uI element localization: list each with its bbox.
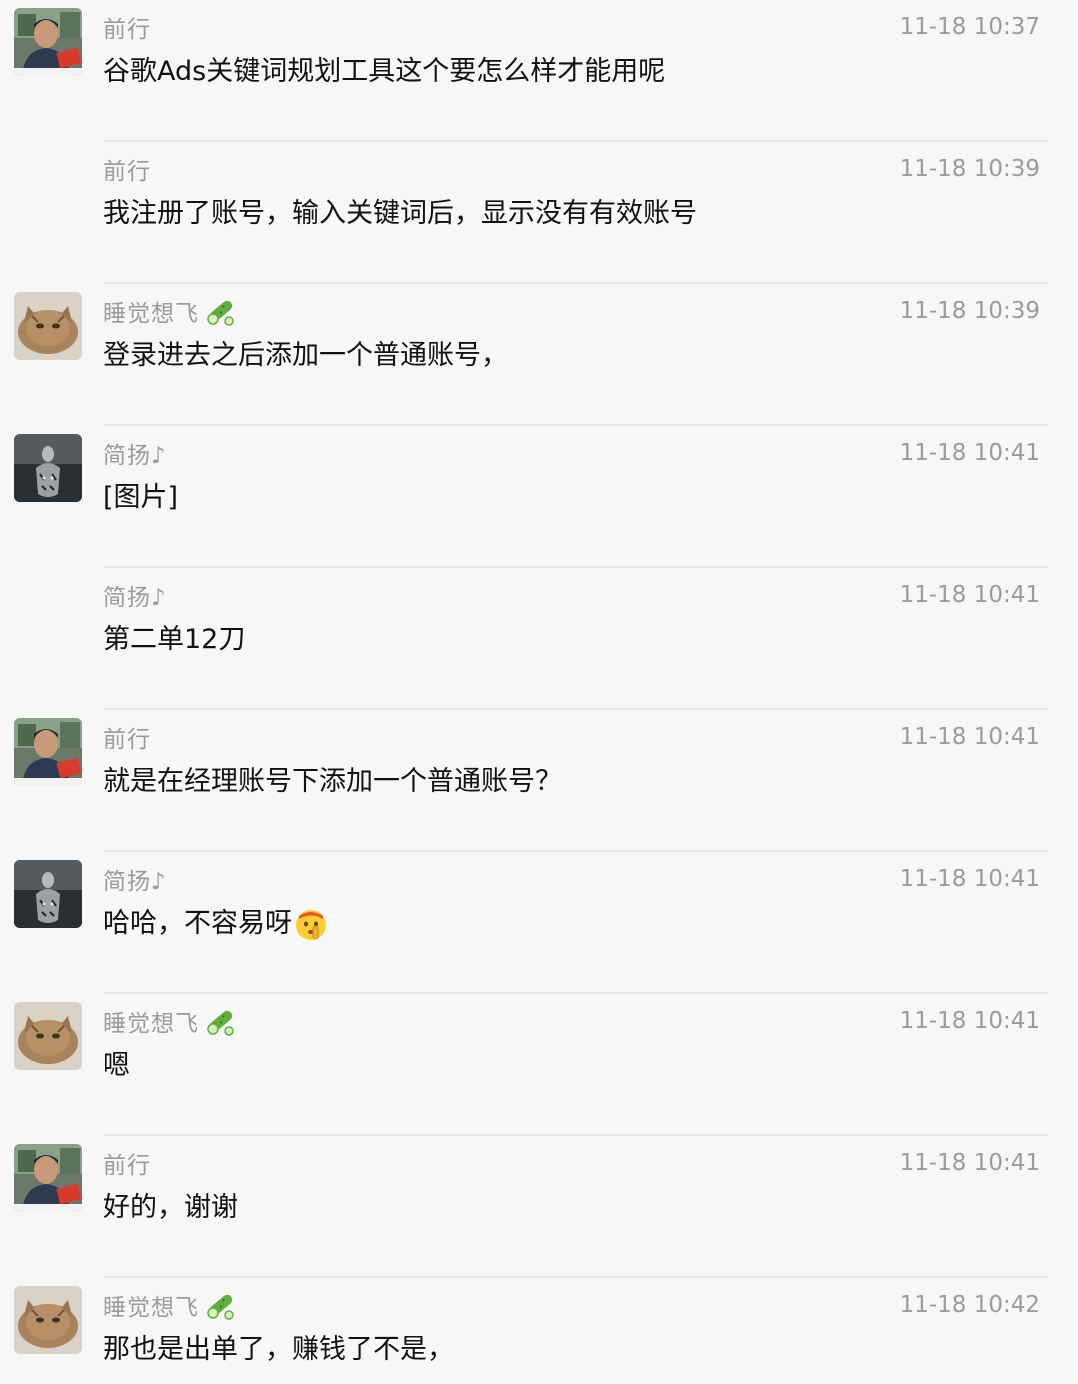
message-item[interactable]: 睡觉想飞 11-18 10:42 那也是出单了，赚钱了不是， [0, 1278, 1078, 1384]
sender-name[interactable]: 睡觉想飞 [103, 1004, 199, 1038]
message-item[interactable]: 前行 11-18 10:37 谷歌Ads关键词规划工具这个要怎么样才能用呢 [0, 0, 1078, 142]
sender-name[interactable]: 前行 [103, 152, 151, 186]
message-text: 我注册了账号，输入关键词后，显示没有有效账号 [103, 198, 697, 229]
message-time: 11-18 10:41 [899, 1150, 1040, 1176]
message-text: 哈哈，不容易呀 [103, 902, 329, 946]
chat-history[interactable]: 前行 11-18 10:37 谷歌Ads关键词规划工具这个要怎么样才能用呢 前行… [0, 0, 1078, 1384]
sender-name[interactable]: 简扬♪ [103, 578, 167, 612]
message-text: 登录进去之后添加一个普通账号， [103, 340, 508, 371]
sender-name[interactable]: 前行 [103, 1146, 151, 1180]
message-item[interactable]: 简扬♪ 11-18 10:41 [图片] [0, 426, 1078, 568]
message-text: 谷歌Ads关键词规划工具这个要怎么样才能用呢 [103, 56, 666, 87]
message-text[interactable]: [图片] [103, 476, 178, 520]
sender-name[interactable]: 简扬♪ [103, 862, 167, 896]
cucumber-icon [207, 1294, 234, 1320]
sender-name[interactable]: 前行 [103, 720, 151, 754]
sender-name[interactable]: 前行 [103, 10, 151, 44]
message-text: 那也是出单了，赚钱了不是， [103, 1334, 454, 1365]
tiger-avatar[interactable] [14, 860, 82, 928]
message-text: 就是在经理账号下添加一个普通账号？ [103, 766, 562, 797]
message-text: 第二单12刀 [103, 624, 246, 655]
message-item[interactable]: 前行 11-18 10:41 好的，谢谢 [0, 1136, 1078, 1278]
message-time: 11-18 10:41 [899, 1008, 1040, 1034]
message-time: 11-18 10:41 [899, 440, 1040, 466]
message-item[interactable]: 前行 11-18 10:41 就是在经理账号下添加一个普通账号？ [0, 710, 1078, 852]
message-time: 11-18 10:41 [899, 866, 1040, 892]
message-item[interactable]: 前行 11-18 10:39 我注册了账号，输入关键词后，显示没有有效账号 [0, 142, 1078, 284]
message-text: 嗯 [103, 1050, 130, 1081]
message-item[interactable]: 睡觉想飞 11-18 10:39 登录进去之后添加一个普通账号， [0, 284, 1078, 426]
message-time: 11-18 10:37 [899, 14, 1040, 40]
cat-avatar[interactable] [14, 292, 82, 360]
message-item[interactable]: 简扬♪ 11-18 10:41 第二单12刀 [0, 568, 1078, 710]
person-avatar[interactable] [14, 718, 82, 786]
tiger-avatar[interactable] [14, 434, 82, 502]
message-item[interactable]: 简扬♪ 11-18 10:41 哈哈，不容易呀 [0, 852, 1078, 994]
message-time: 11-18 10:41 [899, 582, 1040, 608]
message-time: 11-18 10:42 [899, 1292, 1040, 1318]
message-time: 11-18 10:39 [899, 156, 1040, 182]
sender-name[interactable]: 简扬♪ [103, 436, 167, 470]
sender-name[interactable]: 睡觉想飞 [103, 294, 199, 328]
message-item[interactable]: 睡觉想飞 11-18 10:41 嗯 [0, 994, 1078, 1136]
message-time: 11-18 10:41 [899, 724, 1040, 750]
message-text: 好的，谢谢 [103, 1192, 238, 1223]
cucumber-icon [207, 300, 234, 326]
cucumber-icon [207, 1010, 234, 1036]
message-time: 11-18 10:39 [899, 298, 1040, 324]
cat-avatar[interactable] [14, 1002, 82, 1070]
shush-face-emoji [296, 910, 326, 940]
person-avatar[interactable] [14, 8, 82, 76]
sender-name[interactable]: 睡觉想飞 [103, 1288, 199, 1322]
cat-avatar[interactable] [14, 1286, 82, 1354]
person-avatar[interactable] [14, 1144, 82, 1212]
